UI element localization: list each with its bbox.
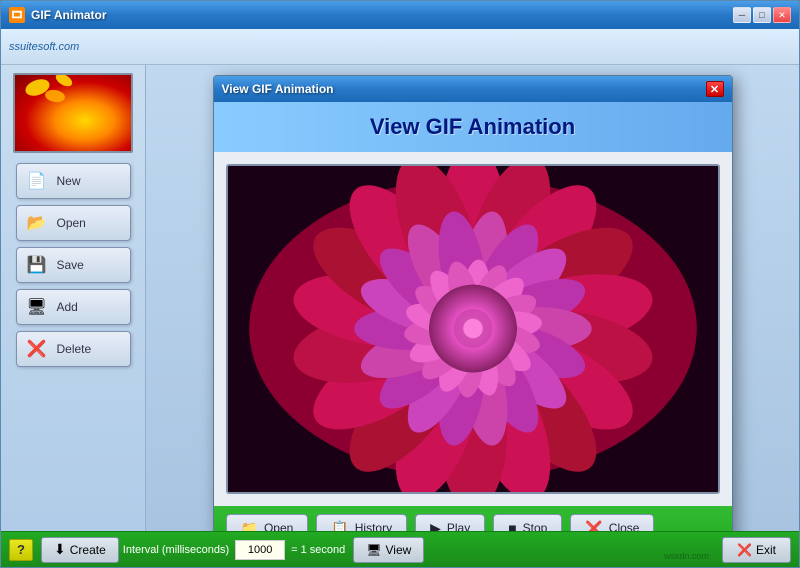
dialog-header-title: View GIF Animation xyxy=(370,114,575,139)
delete-icon: ❌ xyxy=(25,337,49,361)
new-label: New xyxy=(57,174,81,188)
app-icon: 🎞 xyxy=(9,7,25,23)
create-icon: ⬇ xyxy=(54,541,66,558)
title-bar: 🎞 GIF Animator ─ □ ✕ xyxy=(1,1,799,29)
add-label: Add xyxy=(57,300,78,314)
dialog-header: View GIF Animation xyxy=(214,102,732,152)
dialog-close-label: Close xyxy=(609,521,640,531)
toolbar: ssuitesoft.com xyxy=(1,29,799,65)
help-button[interactable]: ? xyxy=(9,539,33,561)
play-btn-icon: ▶ xyxy=(430,520,441,532)
add-button[interactable]: 🖥 Add xyxy=(16,289,131,325)
content-area: View GIF Animation ✕ View GIF Animation xyxy=(146,65,799,531)
open-button[interactable]: 📂 Open xyxy=(16,205,131,241)
delete-button[interactable]: ❌ Delete xyxy=(16,331,131,367)
dialog-stop-label: Stop xyxy=(523,521,548,531)
main-content: 📄 New 📂 Open 💾 Save 🖥 Add ❌ Delete xyxy=(1,65,799,531)
view-gif-dialog: View GIF Animation ✕ View GIF Animation xyxy=(213,75,733,531)
dialog-play-button[interactable]: ▶ Play xyxy=(415,514,485,531)
dialog-title-bar: View GIF Animation ✕ xyxy=(214,76,732,102)
dialog-close-button[interactable]: ✕ xyxy=(706,81,724,97)
dialog-close-dialog-button[interactable]: ❌ Close xyxy=(570,514,654,531)
dialog-history-label: History xyxy=(355,521,392,531)
dialog-toolbar: 📁 Open 📋 History ▶ Play ■ xyxy=(214,506,732,531)
dialog-play-label: Play xyxy=(447,521,470,531)
open-btn-icon: 📁 xyxy=(241,520,258,532)
create-button[interactable]: ⬇ Create xyxy=(41,537,119,563)
delete-label: Delete xyxy=(57,342,92,356)
animation-thumbnail xyxy=(13,73,133,153)
view-icon: 🖥 xyxy=(366,543,381,557)
dialog-overlay: View GIF Animation ✕ View GIF Animation xyxy=(146,65,799,531)
view-button[interactable]: 🖥 View xyxy=(353,537,424,563)
dialog-open-button[interactable]: 📁 Open xyxy=(226,514,309,531)
exit-label: Exit xyxy=(756,543,776,557)
flower-image xyxy=(228,166,718,492)
open-icon: 📂 xyxy=(25,211,49,235)
thumbnail-image xyxy=(15,75,131,151)
save-label: Save xyxy=(57,258,84,272)
new-icon: 📄 xyxy=(25,169,49,193)
watermark: wsxdn.com xyxy=(664,551,709,561)
animation-frame xyxy=(226,164,720,494)
create-label: Create xyxy=(70,543,106,557)
interval-section: Interval (milliseconds) = 1 second xyxy=(123,540,346,560)
interval-input[interactable] xyxy=(235,540,285,560)
dialog-open-label: Open xyxy=(264,521,293,531)
interval-label: Interval (milliseconds) xyxy=(123,544,229,556)
save-icon: 💾 xyxy=(25,253,49,277)
app-window: 🎞 GIF Animator ─ □ ✕ ssuitesoft.com xyxy=(0,0,800,568)
stop-btn-icon: ■ xyxy=(508,520,516,531)
brand-label: ssuitesoft.com xyxy=(9,41,79,53)
dialog-history-button[interactable]: 📋 History xyxy=(316,514,407,531)
history-btn-icon: 📋 xyxy=(331,520,348,532)
maximize-button[interactable]: □ xyxy=(753,7,771,23)
dialog-image-area xyxy=(214,152,732,506)
sidebar: 📄 New 📂 Open 💾 Save 🖥 Add ❌ Delete xyxy=(1,65,146,531)
app-title: GIF Animator xyxy=(31,8,733,22)
save-button[interactable]: 💾 Save xyxy=(16,247,131,283)
window-controls: ─ □ ✕ xyxy=(733,7,791,23)
dialog-stop-button[interactable]: ■ Stop xyxy=(493,514,562,531)
view-label: View xyxy=(386,543,412,557)
dialog-title: View GIF Animation xyxy=(222,82,706,96)
exit-icon: ❌ xyxy=(737,543,752,557)
close-button[interactable]: ✕ xyxy=(773,7,791,23)
add-icon: 🖥 xyxy=(25,295,49,319)
minimize-button[interactable]: ─ xyxy=(733,7,751,23)
interval-suffix: = 1 second xyxy=(291,544,345,556)
new-button[interactable]: 📄 New xyxy=(16,163,131,199)
open-label: Open xyxy=(57,216,86,230)
exit-button[interactable]: ❌ Exit xyxy=(722,537,791,563)
status-bar: ? ⬇ Create Interval (milliseconds) = 1 s… xyxy=(1,531,799,567)
close-btn-icon: ❌ xyxy=(585,520,602,532)
